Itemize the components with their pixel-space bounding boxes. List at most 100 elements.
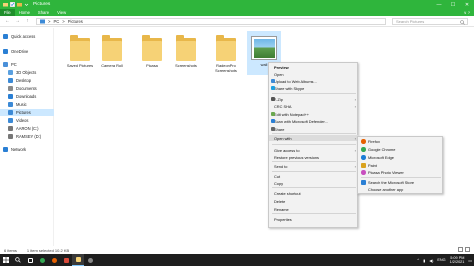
image-thumbnail xyxy=(251,36,277,60)
new-folder-icon[interactable] xyxy=(17,2,22,7)
upload-icon xyxy=(271,79,275,84)
back-button[interactable]: ← xyxy=(4,18,11,24)
submenu-item-label: Picasa Photo Viewer xyxy=(368,169,404,175)
quick-access-toolbar xyxy=(3,2,29,7)
checkmark-icon[interactable] xyxy=(10,2,15,7)
notification-icon[interactable]: ▭ xyxy=(468,258,472,263)
menu-item-label: Scan with Microsoft Defender... xyxy=(274,118,328,124)
sidebar-item-music[interactable]: Music xyxy=(0,101,54,108)
menu-item-create-shortcut[interactable]: Create shortcut xyxy=(269,190,359,196)
chrome-icon xyxy=(39,257,45,263)
folder-icon xyxy=(3,3,8,7)
sidebar-item-quick-access[interactable]: Quick access xyxy=(0,33,54,40)
breadcrumb-pictures[interactable]: Pictures xyxy=(68,19,83,24)
file-explorer-icon xyxy=(75,257,81,262)
chevron-right-icon: › xyxy=(354,163,356,169)
sidebar-item-3d-objects[interactable]: 3D Objects xyxy=(0,69,54,76)
menu-item-open[interactable]: Open xyxy=(269,71,359,77)
window-controls: — ☐ ✕ xyxy=(432,0,474,9)
open-with-firefox[interactable]: Firefox xyxy=(358,138,444,145)
taskbar-app-settings[interactable] xyxy=(84,254,96,266)
menu-item-7-zip[interactable]: 7-Zip › xyxy=(269,96,359,102)
menu-item-share[interactable]: Share xyxy=(269,126,359,132)
taskbar-app-chrome[interactable] xyxy=(36,254,48,266)
menu-item-give-access-to[interactable]: Give access to › xyxy=(269,147,359,153)
menu-item-rename[interactable]: Rename xyxy=(269,206,359,212)
up-button[interactable]: ↑ xyxy=(24,18,31,24)
file-label: Camera Roll xyxy=(101,63,123,68)
open-with-submenu: Firefox Google Chrome Microsoft Edge Paint P… xyxy=(357,136,443,194)
menu-item-scan-with-microsoft-defender[interactable]: Scan with Microsoft Defender... xyxy=(269,118,359,124)
menu-item-properties[interactable]: Properties xyxy=(269,216,359,222)
taskbar-app-file-explorer[interactable] xyxy=(72,254,84,266)
sidebar-item-pictures[interactable]: Pictures xyxy=(0,109,54,116)
gear-icon xyxy=(87,257,93,263)
open-with-choose-another-app[interactable]: Choose another app xyxy=(358,186,444,193)
menu-item-label: Share xyxy=(274,126,285,132)
tray-chevron-icon[interactable]: ^ xyxy=(417,258,419,262)
menu-item-copy[interactable]: Copy xyxy=(269,180,359,186)
language-indicator[interactable]: ENG xyxy=(437,258,445,262)
volume-icon[interactable]: ◀) xyxy=(429,258,433,263)
sidebar-item-videos[interactable]: Videos xyxy=(0,117,54,124)
folder-screenshots[interactable]: Screenshots xyxy=(169,31,203,75)
menu-item-label: Give access to xyxy=(274,147,300,153)
tab-file[interactable]: File xyxy=(0,9,15,16)
breadcrumb-pc[interactable]: PC xyxy=(53,19,59,24)
sidebar-item-pc[interactable]: PC xyxy=(0,61,54,68)
sidebar-item-desktop[interactable]: Desktop xyxy=(0,77,54,84)
task-view-button[interactable] xyxy=(24,254,36,266)
forward-button[interactable]: → xyxy=(14,18,21,24)
minimize-button[interactable]: — xyxy=(432,0,446,9)
sidebar-item-network[interactable]: Network xyxy=(0,146,54,153)
address-bar[interactable]: > PC > Pictures xyxy=(36,18,386,25)
taskbar-search-button[interactable] xyxy=(12,254,24,266)
tab-view[interactable]: View xyxy=(53,9,70,16)
sidebar-item-onedrive[interactable]: OneDrive xyxy=(0,48,54,55)
sidebar-item-downloads[interactable]: Downloads xyxy=(0,93,54,100)
menu-item-preview[interactable]: Preview xyxy=(269,64,359,70)
search-box[interactable]: Search Pictures xyxy=(392,18,468,25)
system-tray: ^ ▮ ◀) ENG 5:09 PM 1/2/2021 ▭ xyxy=(417,254,472,266)
shield-icon xyxy=(271,119,275,124)
open-with-google-chrome[interactable]: Google Chrome xyxy=(358,146,444,153)
menu-item-label: Send to xyxy=(274,163,288,169)
clock[interactable]: 5:09 PM 1/2/2021 xyxy=(450,256,465,265)
folder-camera-roll[interactable]: Camera Roll xyxy=(95,31,129,75)
menu-item-cut[interactable]: Cut xyxy=(269,173,359,179)
tab-share[interactable]: Share xyxy=(34,9,53,16)
menu-item-send-to[interactable]: Send to › xyxy=(269,163,359,169)
sidebar-item-label: Videos xyxy=(16,118,29,123)
sidebar-item-aaron-c[interactable]: AARON (C:) xyxy=(0,125,54,132)
large-icons-view-icon[interactable] xyxy=(465,247,470,252)
ribbon-help[interactable]: ∨ ? xyxy=(464,10,470,15)
taskbar-app-media[interactable] xyxy=(60,254,72,266)
menu-item-restore-previous-versions[interactable]: Restore previous versions xyxy=(269,154,359,160)
close-button[interactable]: ✕ xyxy=(460,0,474,9)
search-icon xyxy=(460,19,465,25)
chevron-down-icon[interactable] xyxy=(24,2,29,7)
details-view-icon[interactable] xyxy=(458,247,463,252)
menu-item-crc-sha[interactable]: CRC SHA › xyxy=(269,103,359,109)
menu-item-share-with-skype[interactable]: Share with Skype xyxy=(269,85,359,91)
file-label: Picasa xyxy=(146,63,158,68)
menu-item-delete[interactable]: Delete xyxy=(269,198,359,204)
open-with-microsoft-edge[interactable]: Microsoft Edge xyxy=(358,154,444,161)
network-tray-icon[interactable]: ▮ xyxy=(423,258,425,263)
tab-home[interactable]: Home xyxy=(15,9,34,16)
folder-saved-pictures[interactable]: Saved Pictures xyxy=(63,31,97,75)
sidebar-item-ramsey-d[interactable]: RAMSEY (D:) xyxy=(0,133,54,140)
menu-item-edit-with-notepad[interactable]: Edit with Notepad++ xyxy=(269,111,359,117)
sidebar-item-documents[interactable]: Documents xyxy=(0,85,54,92)
open-with-paint[interactable]: Paint xyxy=(358,162,444,169)
submenu-item-label: Choose another app xyxy=(368,186,404,192)
taskbar-app-firefox[interactable] xyxy=(48,254,60,266)
menu-item-open-with[interactable]: Open with › xyxy=(269,135,359,142)
maximize-button[interactable]: ☐ xyxy=(446,0,460,9)
open-with-search-the-microsoft-store[interactable]: Search the Microsoft Store xyxy=(358,179,444,186)
folder-radeonpro-screenshots[interactable]: RadeonPro Screenshots xyxy=(209,31,243,75)
start-button[interactable] xyxy=(0,254,12,266)
menu-item-upload-to-web-albums[interactable]: Upload to Web Albums... xyxy=(269,78,359,84)
open-with-picasa-photo-viewer[interactable]: Picasa Photo Viewer xyxy=(358,169,444,176)
folder-picasa[interactable]: Picasa xyxy=(135,31,169,75)
